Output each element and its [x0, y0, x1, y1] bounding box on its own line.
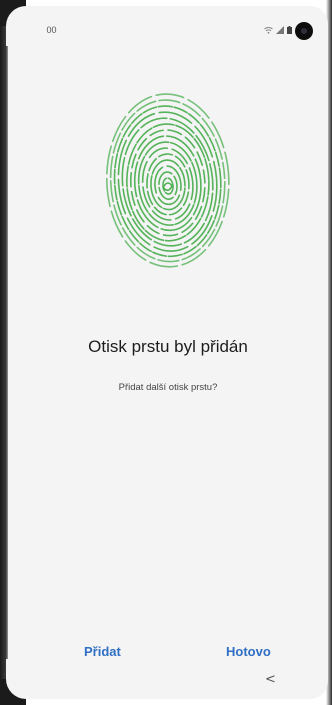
- signal-icon: [276, 26, 284, 34]
- back-nav-button[interactable]: <: [261, 672, 280, 687]
- bezel-corner-top-left: [0, 0, 46, 46]
- fingerprint-icon: [105, 93, 230, 268]
- page-subtitle: Přidat další otisk prstu?: [118, 382, 218, 393]
- done-button[interactable]: Hotovo: [220, 640, 277, 663]
- status-icons: [264, 25, 292, 35]
- status-bar: 10:00: [8, 6, 328, 46]
- front-camera: [295, 22, 313, 40]
- page-title: Otisk prstu byl přidán: [88, 337, 248, 356]
- screen: 10:00 Otisk prstu byl přidán: [8, 6, 328, 699]
- battery-icon: [287, 26, 292, 34]
- wifi-icon: [264, 27, 273, 34]
- bezel-corner-bottom-left: [0, 659, 46, 705]
- add-fingerprint-button[interactable]: Přidat: [78, 640, 127, 663]
- phone-frame: 10:00 Otisk prstu byl přidán: [0, 0, 332, 705]
